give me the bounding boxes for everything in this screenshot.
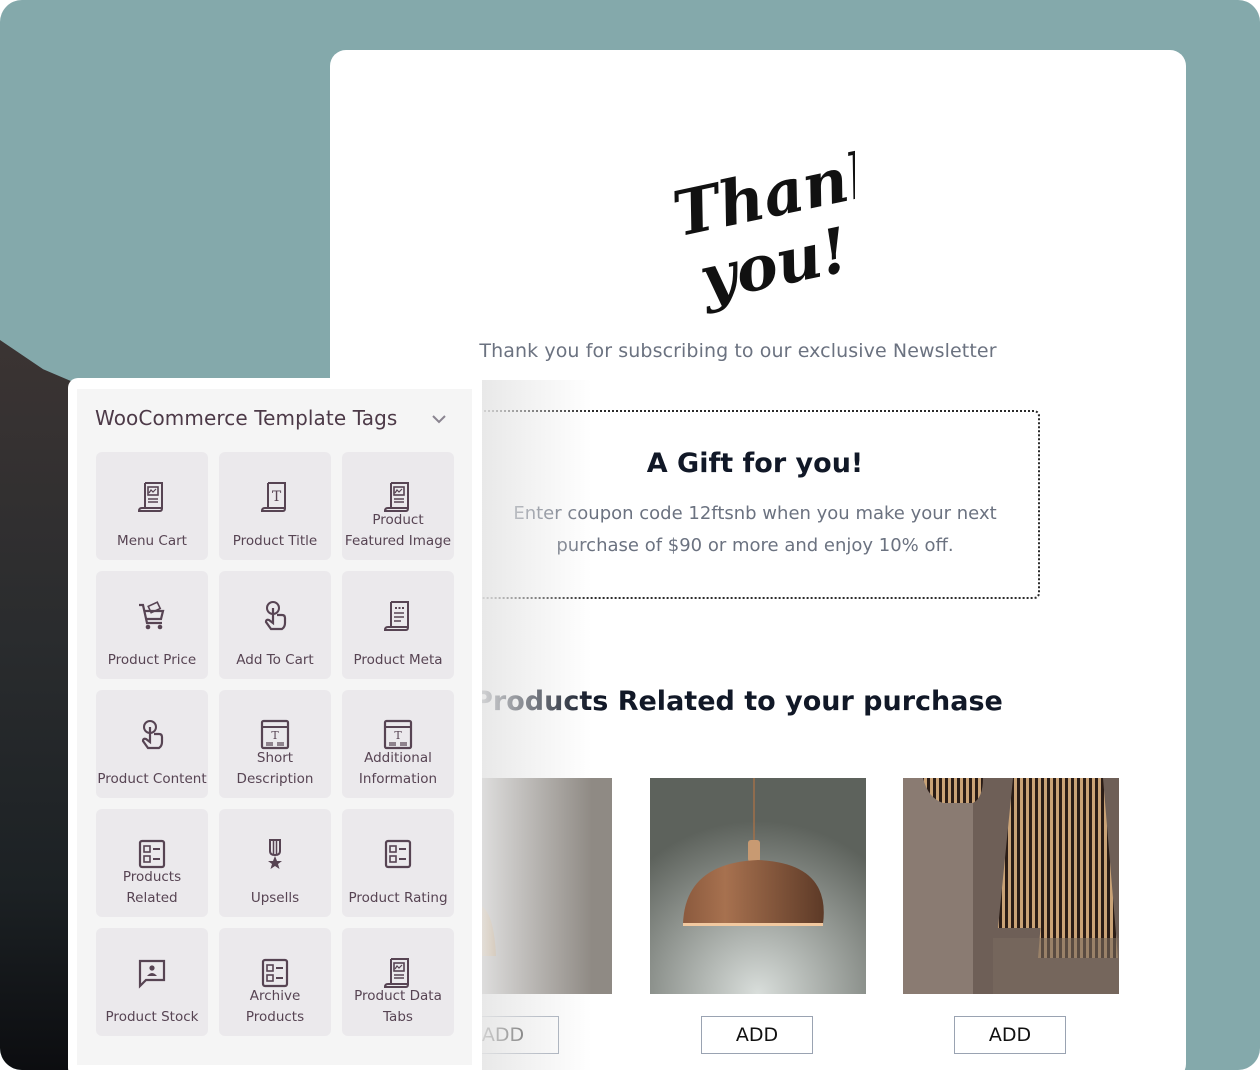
tag-tile-label: Product Meta <box>353 652 443 668</box>
tap-icon <box>141 720 164 750</box>
panel-body: WooCommerce Template Tags Menu Cart T Prod… <box>77 389 472 1065</box>
tag-tile-label: Additional Information <box>358 750 438 787</box>
gift-title: A Gift for you! <box>646 448 864 479</box>
template-tags-panel: WooCommerce Template Tags Menu Cart T Prod… <box>68 378 482 1078</box>
product-image <box>650 778 866 994</box>
product-image <box>903 778 1119 994</box>
tag-tile-product-meta[interactable]: Product Meta <box>342 571 454 679</box>
tag-tile-label: Upsells <box>250 890 300 906</box>
tag-tile-products-related[interactable]: Products Related <box>96 809 208 917</box>
tag-tile-product-content[interactable]: Product Content <box>96 690 208 798</box>
add-button[interactable]: ADD <box>701 1016 813 1054</box>
list-grid-icon <box>138 839 166 869</box>
document-title-icon: T <box>260 482 286 512</box>
window-title-icon: T <box>383 719 413 750</box>
tag-tile-label: Product Price <box>107 652 197 668</box>
tag-tile-label: Archive Products <box>245 988 305 1025</box>
window-title-icon: T <box>260 719 290 750</box>
tag-tile-menu-cart[interactable]: Menu Cart <box>96 452 208 560</box>
product-card: ADD <box>650 778 866 1054</box>
tag-tile-label: Short Description <box>236 750 314 787</box>
tag-tile-product-rating[interactable]: Product Rating <box>342 809 454 917</box>
svg-text:T: T <box>394 729 402 742</box>
tag-tile-product-title[interactable]: T Product Title <box>219 452 331 560</box>
tag-tile-label: Product Rating <box>348 890 448 906</box>
tag-tile-label: Product Featured Image <box>344 512 452 549</box>
document-chart-icon <box>383 482 409 512</box>
svg-text:T: T <box>271 729 279 742</box>
tag-tile-label: Add To Cart <box>236 652 314 668</box>
tag-tile-add-to-cart[interactable]: Add To Cart <box>219 571 331 679</box>
panel-title: WooCommerce Template Tags <box>95 406 398 430</box>
svg-text:T: T <box>272 489 282 505</box>
thank-you-logo: Thank you! <box>667 134 855 316</box>
tag-tile-label: Products Related <box>122 869 182 906</box>
gift-box: A Gift for you! Enter coupon code 12ftsn… <box>470 410 1040 599</box>
tag-tile-product-price[interactable]: Product Price <box>96 571 208 679</box>
document-chart-icon <box>137 482 163 512</box>
list-grid-icon <box>384 839 412 869</box>
tag-tile-additional-information[interactable]: T Additional Information <box>342 690 454 798</box>
tag-tile-label: Menu Cart <box>117 533 187 549</box>
tag-tile-product-featured-image[interactable]: Product Featured Image <box>342 452 454 560</box>
document-lines-icon <box>383 601 409 631</box>
list-grid-icon <box>261 958 289 988</box>
tag-tile-product-stock[interactable]: Product Stock <box>96 928 208 1036</box>
document-chart-icon <box>383 958 409 988</box>
tap-icon <box>264 601 287 631</box>
tag-tile-label: Product Stock <box>105 1009 199 1025</box>
product-card: ADD <box>903 778 1119 1054</box>
cart-icon <box>139 601 165 630</box>
tag-tile-label: Product Content <box>97 771 207 787</box>
tag-tile-short-description[interactable]: T Short Description <box>219 690 331 798</box>
chat-user-icon <box>138 959 166 989</box>
subtitle: Thank you for subscribing to our exclusi… <box>479 340 997 362</box>
gift-text: Enter coupon code 12ftsnb when you make … <box>513 503 997 556</box>
tag-tile-label: Product Data Tabs <box>354 988 442 1025</box>
medal-icon <box>268 839 282 869</box>
tag-tile-product-data-tabs[interactable]: Product Data Tabs <box>342 928 454 1036</box>
tag-tile-label: Product Title <box>232 533 318 549</box>
add-button[interactable]: ADD <box>954 1016 1066 1054</box>
tag-grid: Menu Cart T Product Title Product Featured … <box>96 452 454 1036</box>
chevron-down-icon[interactable] <box>429 409 449 429</box>
tag-tile-archive-products[interactable]: Archive Products <box>219 928 331 1036</box>
tag-tile-upsells[interactable]: Upsells <box>219 809 331 917</box>
